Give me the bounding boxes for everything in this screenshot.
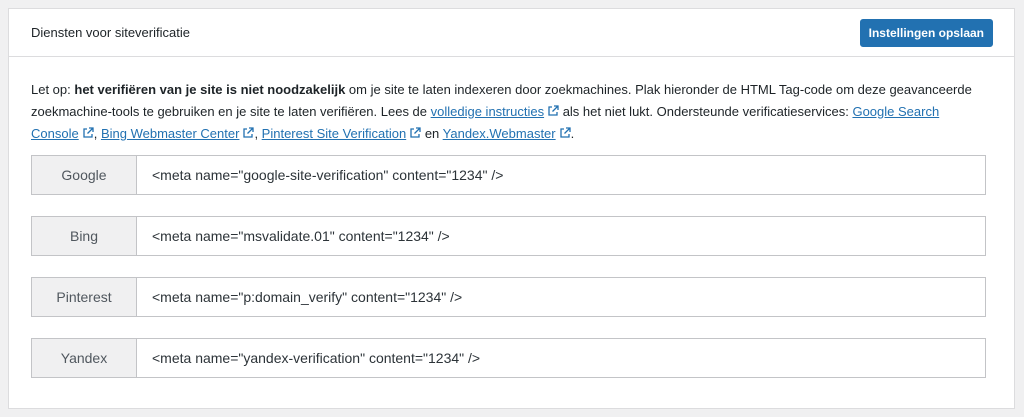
save-settings-button[interactable]: Instellingen opslaan <box>859 18 993 47</box>
intro-prefix: Let op: <box>31 82 75 97</box>
intro-end: . <box>570 126 575 141</box>
google-verification-row: Google <box>31 155 986 195</box>
separator: , <box>93 126 101 141</box>
intro-bold: het verifiëren van je site is niet noodz… <box>74 82 346 97</box>
external-link-icon <box>547 105 559 117</box>
yandex-verification-input[interactable] <box>137 339 985 377</box>
pinterest-verification-input[interactable] <box>137 278 985 316</box>
panel-title: Diensten voor siteverificatie <box>31 25 190 40</box>
google-verification-input[interactable] <box>137 156 985 194</box>
yandex-verification-row: Yandex <box>31 338 986 378</box>
separator: en <box>421 126 443 141</box>
external-link-icon <box>559 127 571 139</box>
bing-verification-row: Bing <box>31 216 986 256</box>
pinterest-label: Pinterest <box>32 278 137 316</box>
bing-webmaster-link[interactable]: Bing Webmaster Center <box>101 126 240 141</box>
panel-body: Let op: het verifiëren van je site is ni… <box>9 57 1014 378</box>
google-label: Google <box>32 156 137 194</box>
pinterest-verification-link[interactable]: Pinterest Site Verification <box>262 126 407 141</box>
external-link-icon <box>242 127 255 139</box>
instructions-link[interactable]: volledige instructies <box>431 104 544 119</box>
yandex-webmaster-link[interactable]: Yandex.Webmaster <box>443 126 556 141</box>
yandex-label: Yandex <box>32 339 137 377</box>
panel-header: Diensten voor siteverificatie Instelling… <box>9 9 1014 57</box>
bing-label: Bing <box>32 217 137 255</box>
bing-verification-input[interactable] <box>137 217 985 255</box>
separator: , <box>254 126 262 141</box>
intro-text: Let op: het verifiëren van je site is ni… <box>31 79 984 145</box>
pinterest-verification-row: Pinterest <box>31 277 986 317</box>
verification-panel: Diensten voor siteverificatie Instelling… <box>8 8 1015 409</box>
external-link-icon <box>409 127 421 139</box>
external-link-icon <box>82 127 94 139</box>
intro-text-2: als het niet lukt. Ondersteunde verifica… <box>559 104 853 119</box>
